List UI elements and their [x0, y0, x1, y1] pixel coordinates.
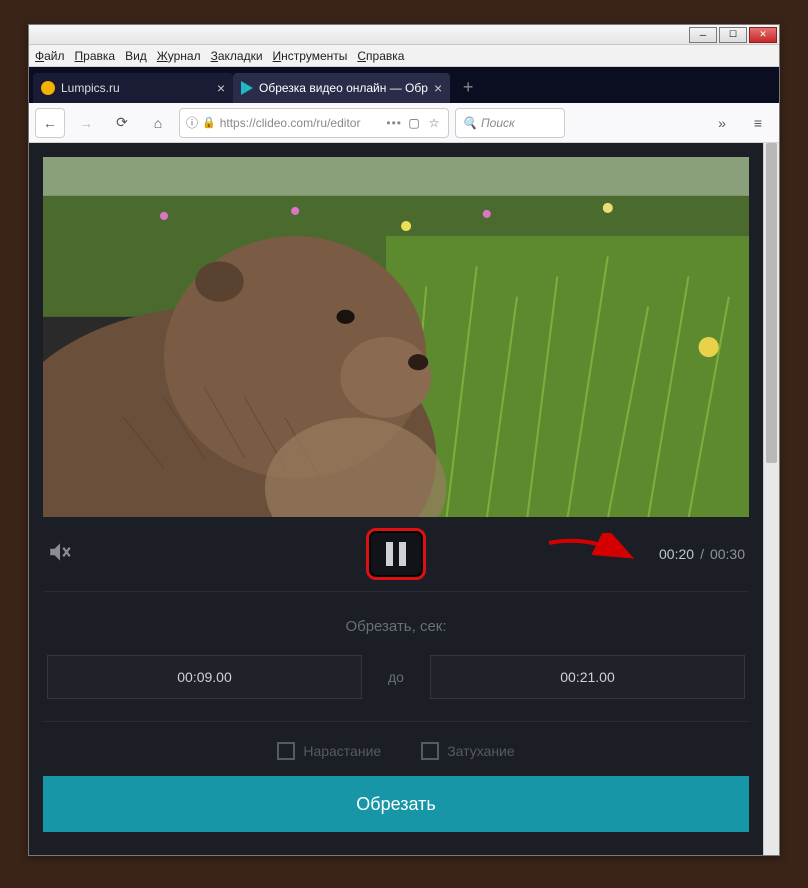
back-button[interactable]: ←	[35, 108, 65, 138]
mute-icon[interactable]	[47, 539, 73, 570]
trim-section: Обрезать, сек: до	[43, 591, 749, 721]
tab-label: Lumpics.ru	[61, 81, 211, 95]
close-window-button[interactable]: ✕	[749, 27, 777, 43]
content-area: 00:20 / 00:30 Обрезать, сек: до Нарастан…	[29, 143, 779, 855]
pause-bar-icon	[399, 542, 406, 566]
vertical-scrollbar[interactable]	[763, 143, 779, 855]
tab-strip: Lumpics.ru × Обрезка видео онлайн — Обр …	[29, 67, 779, 103]
trim-from-input[interactable]	[47, 655, 362, 699]
menu-tools[interactable]: Инструменты	[273, 49, 348, 63]
page-actions-icon[interactable]: •••	[386, 116, 402, 130]
trim-to-label: до	[376, 669, 416, 685]
video-controls: 00:20 / 00:30	[43, 517, 749, 591]
scrollbar-thumb[interactable]	[766, 143, 777, 463]
pause-button[interactable]	[366, 528, 426, 580]
menu-history[interactable]: Журнал	[157, 49, 201, 63]
menu-bar: Файл Правка Вид Журнал Закладки Инструме…	[29, 45, 779, 67]
page-body: 00:20 / 00:30 Обрезать, сек: до Нарастан…	[29, 143, 763, 855]
time-display: 00:20 / 00:30	[659, 546, 745, 562]
current-time: 00:20	[659, 546, 694, 562]
trim-to-input[interactable]	[430, 655, 745, 699]
tab-close-icon[interactable]: ×	[217, 80, 225, 96]
menu-bookmarks[interactable]: Закладки	[211, 49, 263, 63]
tab-lumpics[interactable]: Lumpics.ru ×	[33, 73, 233, 103]
url-bar[interactable]: ⓘ 🔒 https://clideo.com/ru/editor ••• ▢ ☆	[179, 108, 449, 138]
fade-section: Нарастание Затухание	[43, 721, 749, 770]
bookmark-star-icon[interactable]: ☆	[426, 116, 442, 130]
favicon-clideo-icon	[241, 81, 253, 95]
search-bar[interactable]: 🔍 Поиск	[455, 108, 565, 138]
menu-view[interactable]: Вид	[125, 49, 147, 63]
url-text: https://clideo.com/ru/editor	[220, 116, 383, 130]
fade-out-checkbox[interactable]: Затухание	[421, 742, 514, 760]
new-tab-button[interactable]: +	[454, 73, 482, 101]
checkbox-icon	[277, 742, 295, 760]
checkbox-icon	[421, 742, 439, 760]
video-preview[interactable]	[43, 157, 749, 517]
fade-in-checkbox[interactable]: Нарастание	[277, 742, 381, 760]
reload-button[interactable]: ⟳	[107, 108, 137, 138]
tab-close-icon[interactable]: ×	[434, 80, 442, 96]
home-button[interactable]: ⌂	[143, 108, 173, 138]
window-titlebar: ─ ☐ ✕	[29, 25, 779, 45]
total-time: 00:30	[710, 546, 745, 562]
reader-icon[interactable]: ▢	[406, 116, 422, 130]
tab-clideo[interactable]: Обрезка видео онлайн — Обр ×	[233, 73, 450, 103]
cut-button[interactable]: Обрезать	[43, 776, 749, 832]
overflow-button[interactable]: »	[707, 108, 737, 138]
forward-button[interactable]: →	[71, 108, 101, 138]
browser-window: ─ ☐ ✕ Файл Правка Вид Журнал Закладки Ин…	[28, 24, 780, 856]
info-icon[interactable]: ⓘ	[186, 114, 198, 131]
fade-out-label: Затухание	[447, 743, 514, 759]
search-placeholder: Поиск	[481, 116, 515, 130]
lock-icon: 🔒	[202, 116, 216, 129]
favicon-lumpics-icon	[41, 81, 55, 95]
minimize-button[interactable]: ─	[689, 27, 717, 43]
menu-edit[interactable]: Правка	[75, 49, 116, 63]
menu-file[interactable]: Файл	[35, 49, 65, 63]
search-icon: 🔍	[462, 116, 477, 130]
fade-in-label: Нарастание	[303, 743, 381, 759]
maximize-button[interactable]: ☐	[719, 27, 747, 43]
trim-label: Обрезать, сек:	[43, 618, 749, 635]
menu-help[interactable]: Справка	[357, 49, 404, 63]
tab-label: Обрезка видео онлайн — Обр	[259, 81, 428, 95]
navigation-toolbar: ← → ⟳ ⌂ ⓘ 🔒 https://clideo.com/ru/editor…	[29, 103, 779, 143]
pause-bar-icon	[386, 542, 393, 566]
hamburger-menu-button[interactable]: ≡	[743, 108, 773, 138]
annotation-arrow-icon	[547, 533, 637, 573]
cut-button-label: Обрезать	[356, 794, 435, 815]
